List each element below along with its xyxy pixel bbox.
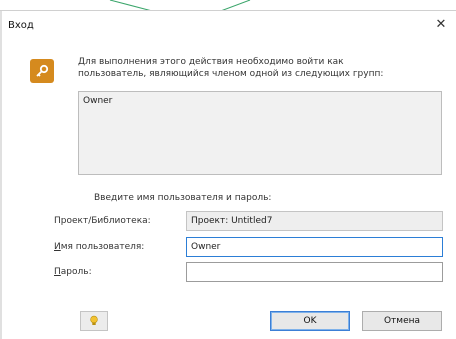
info-line-2: пользователь, являющийся членом одной из… <box>78 69 384 79</box>
login-dialog: Вход ✕ Для выполнения этого действия нео… <box>0 10 456 339</box>
info-message: Для выполнения этого действия необходимо… <box>78 56 428 80</box>
password-label: Пароль: <box>54 267 92 277</box>
info-line-1: Для выполнения этого действия необходимо… <box>78 57 344 67</box>
cancel-button[interactable]: Отмена <box>362 311 442 331</box>
groups-list[interactable]: Owner <box>78 91 442 175</box>
username-field[interactable] <box>186 237 443 257</box>
project-field <box>186 211 443 231</box>
credentials-prompt: Введите имя пользователя и пароль: <box>94 193 272 203</box>
dialog-title: Вход <box>8 20 34 31</box>
username-label: Имя пользователя: <box>54 242 144 252</box>
close-button[interactable]: ✕ <box>432 16 450 34</box>
username-label-text: мя пользователя: <box>60 242 145 252</box>
ok-button[interactable]: OK <box>270 311 350 331</box>
key-icon <box>30 59 54 83</box>
list-item[interactable]: Owner <box>83 96 112 106</box>
password-label-text: ароль: <box>60 267 92 277</box>
password-accel: П <box>54 267 61 277</box>
username-accel: И <box>54 242 61 252</box>
help-button[interactable] <box>80 311 108 331</box>
password-field[interactable] <box>186 262 443 282</box>
project-label: Проект/Библиотека: <box>54 216 151 226</box>
window-edge <box>0 11 2 339</box>
lightbulb-icon <box>90 315 98 325</box>
